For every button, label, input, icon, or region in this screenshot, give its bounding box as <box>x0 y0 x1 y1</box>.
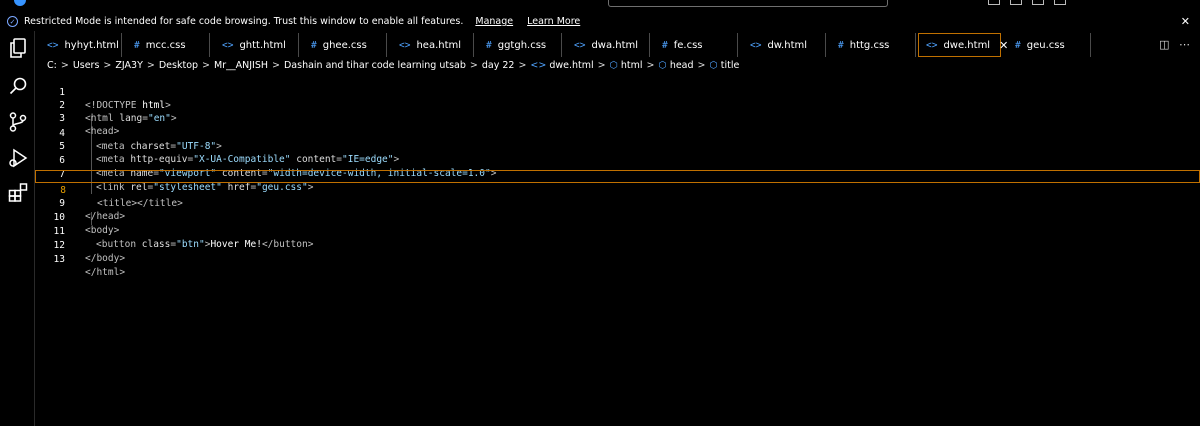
chevron-right-icon: > <box>646 59 655 71</box>
split-editor-icon[interactable]: ◫ <box>1159 38 1169 51</box>
tab-mcc-css[interactable]: # mcc.css <box>122 33 210 57</box>
breadcrumb-item[interactable]: ZJA3Y <box>115 60 143 71</box>
html-file-icon: <> <box>926 39 938 51</box>
html-file-icon: <> <box>47 39 59 51</box>
breadcrumb-item[interactable]: Dashain and tihar code learning utsab <box>284 60 466 71</box>
code-line-8-current[interactable]: 8 <title></title> <box>35 170 1200 209</box>
html-file-icon: <> <box>530 59 547 71</box>
line-number: 13 <box>53 254 65 265</box>
code-line-1[interactable]: 1 <!DOCTYPE html> <box>35 73 1200 111</box>
explorer-icon[interactable] <box>7 37 29 59</box>
code-editor[interactable]: 1 <!DOCTYPE html> 2 <html lang="en"> 3 <… <box>35 73 1200 426</box>
breadcrumb-item[interactable]: Desktop <box>159 60 198 71</box>
tab-dw-html[interactable]: <> dw.html <box>738 33 826 57</box>
code-line-13[interactable]: 13 </html> <box>35 240 1200 278</box>
code-line-6[interactable]: 6 <meta name="viewport" content="width=d… <box>35 141 1200 179</box>
code-line-2[interactable]: 2 <html lang="en"> <box>35 86 1200 124</box>
element-icon: ⬡ <box>709 59 718 71</box>
command-center[interactable] <box>608 0 888 7</box>
restricted-mode-message: Restricted Mode is intended for safe cod… <box>24 16 464 27</box>
tab-ggtgh-css[interactable]: # ggtgh.css <box>474 33 562 57</box>
breadcrumb-item[interactable]: day 22 <box>482 60 515 71</box>
tab-geu-css[interactable]: # geu.css <box>1003 33 1091 57</box>
sidebar-toggle-icon[interactable] <box>1032 0 1044 5</box>
code-line-4[interactable]: 4 <meta charset="UTF-8"> <box>35 114 1200 152</box>
app-logo-icon <box>14 0 26 6</box>
code-line-12[interactable]: 12 </body> <box>35 226 1200 264</box>
chevron-right-icon: > <box>518 59 527 71</box>
css-file-icon: # <box>662 39 668 51</box>
manage-link[interactable]: Manage <box>475 16 513 27</box>
css-file-icon: # <box>311 39 317 51</box>
more-actions-icon[interactable]: ⋯ <box>1179 38 1190 51</box>
code-line-7[interactable]: 7 <link rel="stylesheet" href="geu.css"> <box>35 155 1200 193</box>
chevron-right-icon: > <box>202 59 211 71</box>
chevron-right-icon: > <box>597 59 606 71</box>
panel-toggle-icon[interactable] <box>1010 0 1022 5</box>
extensions-icon[interactable] <box>7 181 29 203</box>
breadcrumb-item[interactable]: dwe.html <box>549 60 593 71</box>
tab-ghee-css[interactable]: # ghee.css <box>299 33 387 57</box>
css-file-icon: # <box>486 39 492 51</box>
tab-httg-css[interactable]: # httg.css <box>826 33 916 57</box>
learn-more-link[interactable]: Learn More <box>527 16 580 27</box>
breadcrumb-item[interactable]: Mr__ANJISH <box>214 60 268 71</box>
css-file-icon: # <box>1015 39 1021 51</box>
breadcrumb-item[interactable]: C: <box>47 60 57 71</box>
code-line-5[interactable]: 5 <meta http-equiv="X-UA-Compatible" con… <box>35 127 1200 165</box>
html-file-icon: <> <box>399 39 411 51</box>
breadcrumb-item[interactable]: title <box>721 60 740 71</box>
breadcrumb: C: > Users > ZJA3Y > Desktop > Mr__ANJISH > D… <box>35 57 1200 73</box>
chevron-right-icon: > <box>469 59 478 71</box>
activity-bar <box>0 31 35 426</box>
source-control-icon[interactable] <box>7 111 29 133</box>
chevron-right-icon: > <box>103 59 112 71</box>
element-icon: ⬡ <box>658 59 667 71</box>
html-file-icon: <> <box>222 39 234 51</box>
editor-tabs: <> hyhyt.html # mcc.css <> ghtt.html # ghee.… <box>35 33 1200 57</box>
tab-dwa-html[interactable]: <> dwa.html <box>562 33 650 57</box>
tab-ghtt-html[interactable]: <> ghtt.html <box>210 33 299 57</box>
html-file-icon: <> <box>574 39 586 51</box>
tab-fe-css[interactable]: # fe.css <box>650 33 738 57</box>
breadcrumb-item[interactable]: html <box>621 60 643 71</box>
tab-dwe-html[interactable]: <> dwe.html ✕ <box>918 33 1008 57</box>
customize-layout-icon[interactable] <box>1054 0 1066 5</box>
chevron-right-icon: > <box>697 59 706 71</box>
run-debug-icon[interactable] <box>7 147 29 169</box>
chevron-right-icon: > <box>146 59 155 71</box>
chevron-right-icon: > <box>272 59 280 71</box>
restricted-mode-banner: ✓ Restricted Mode is intended for safe c… <box>0 12 1200 31</box>
code-line-9[interactable]: 9 </head> <box>35 184 1200 222</box>
code-line-3[interactable]: 3 <head> <box>35 99 1200 137</box>
layout-toggle-icon[interactable] <box>988 0 1000 5</box>
tab-hea-html[interactable]: <> hea.html <box>387 33 474 57</box>
search-icon[interactable] <box>7 75 29 97</box>
code-line-10[interactable]: 10 <body> <box>35 198 1200 236</box>
tab-actions: ◫ ⋯ <box>1159 38 1190 51</box>
element-icon: ⬡ <box>609 59 618 71</box>
css-file-icon: # <box>838 39 844 51</box>
chevron-right-icon: > <box>60 59 69 71</box>
shield-icon: ✓ <box>7 16 18 27</box>
title-bar-remnant <box>0 0 1200 12</box>
breadcrumb-item[interactable]: Users <box>73 60 100 71</box>
html-file-icon: <> <box>750 39 762 51</box>
banner-close-icon[interactable]: ✕ <box>1181 15 1190 28</box>
tab-hyhyt-html[interactable]: <> hyhyt.html <box>35 33 122 57</box>
css-file-icon: # <box>134 39 140 51</box>
code-line-11[interactable]: 11 <button class="btn">Hover Me!</button… <box>35 212 1200 250</box>
breadcrumb-item[interactable]: head <box>670 60 694 71</box>
